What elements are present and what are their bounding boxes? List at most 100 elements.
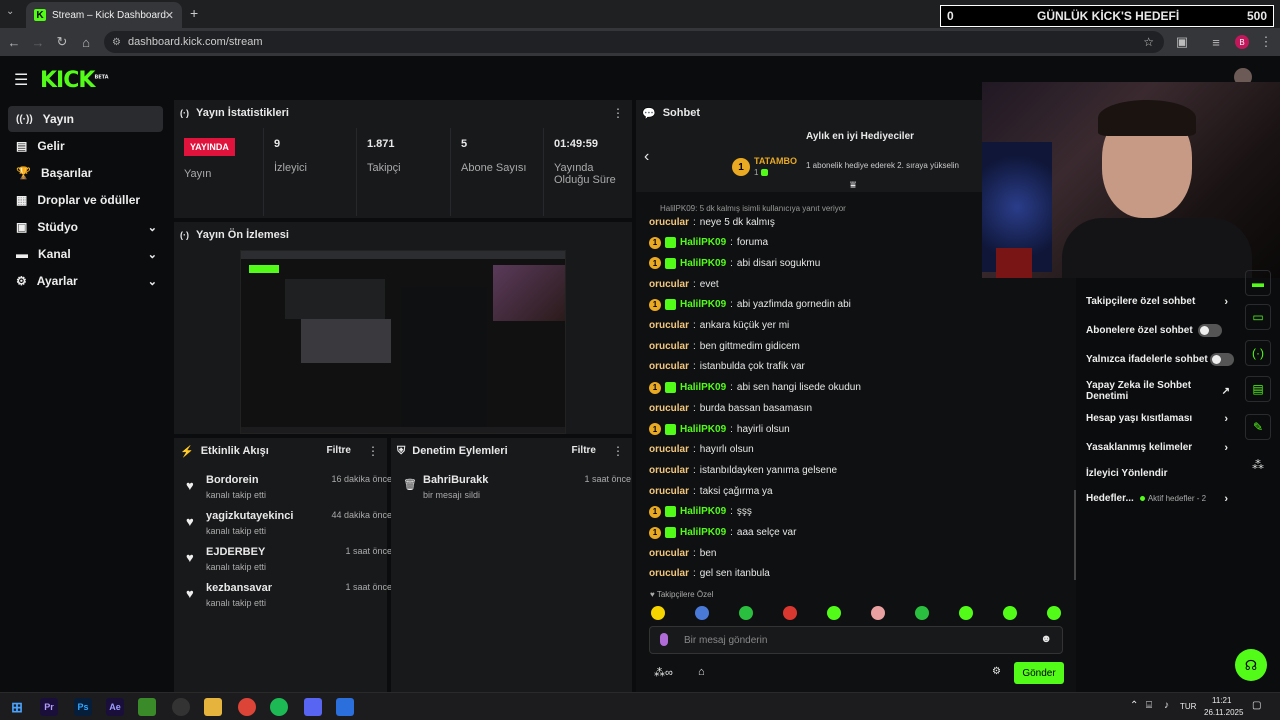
minecraft-icon[interactable] [138, 698, 156, 716]
kick-logo[interactable]: KICKBETA [40, 68, 109, 93]
ai-moderation-setting[interactable]: Yapay Zeka ile Sohbet Denetimi ↗ [1086, 380, 1230, 402]
filter-button[interactable]: Filtre [572, 445, 596, 456]
chat-username[interactable]: HalilPK09 [680, 424, 726, 435]
bookmark-star-icon[interactable]: ☆ [1143, 35, 1154, 49]
store-icon[interactable]: ⌂ [698, 666, 705, 678]
site-info-icon[interactable]: ⚙ [112, 37, 121, 48]
emote-icon[interactable] [1003, 606, 1017, 620]
obs-icon[interactable] [172, 698, 190, 716]
emoji-picker-icon[interactable]: ☻ [1040, 633, 1052, 645]
collapse-icon[interactable]: ⩸ [850, 180, 856, 191]
followers-only-setting[interactable]: Takipçilere özel sohbet › [1086, 296, 1230, 308]
discord-icon[interactable] [304, 698, 322, 716]
wrench-icon[interactable]: ✎ [1245, 414, 1271, 440]
reload-icon[interactable]: ↻ [52, 32, 72, 52]
home-icon[interactable]: ⌂ [76, 32, 96, 52]
emote-icon[interactable] [915, 606, 929, 620]
account-age-setting[interactable]: Hesap yaşı kısıtlaması › [1086, 413, 1230, 425]
emote-icon[interactable] [871, 606, 885, 620]
sidebar-item-yayin[interactable]: ((·)) Yayın [8, 106, 163, 132]
sidebar-item-studyo[interactable]: ▣ Stüdyo ⌄ [8, 214, 163, 240]
emotes-only-toggle[interactable] [1210, 353, 1234, 366]
reading-list-icon[interactable]: ≡ [1206, 32, 1226, 52]
sidebar-item-gelir[interactable]: ▤ Gelir [8, 133, 163, 159]
support-chat-icon[interactable]: ☊ [1235, 649, 1267, 681]
chat-username[interactable]: HalilPK09 [680, 237, 726, 248]
spotify-icon[interactable] [270, 698, 288, 716]
sidebar-item-ayarlar[interactable]: ⚙ Ayarlar ⌄ [8, 268, 163, 294]
more-options-icon[interactable]: ⋮ [612, 106, 624, 120]
chat-username[interactable]: orucular [649, 548, 689, 559]
microphone-icon[interactable] [660, 633, 668, 646]
chat-bubble-icon[interactable]: ▭ [1245, 304, 1271, 330]
subs-only-setting[interactable]: Abonelere özel sohbet [1086, 324, 1230, 337]
stream-preview-video[interactable] [240, 250, 566, 434]
chat-username[interactable]: orucular [649, 361, 689, 372]
forward-icon[interactable]: → [28, 32, 48, 52]
redirect-setting[interactable]: İzleyici Yönlendir [1086, 468, 1230, 479]
emote-icon[interactable] [651, 606, 665, 620]
browser-menu-icon[interactable]: ⋮ [1256, 32, 1276, 52]
chat-username[interactable]: orucular [649, 486, 689, 497]
back-chevron-icon[interactable]: ‹ [644, 148, 649, 166]
sidebar-item-droplar[interactable]: ▦ Droplar ve ödüller [8, 187, 163, 213]
emote-icon[interactable] [959, 606, 973, 620]
chat-username[interactable]: orucular [649, 568, 689, 579]
chat-username[interactable]: orucular [649, 279, 689, 290]
scrollbar[interactable] [1074, 490, 1076, 580]
hamburger-menu-icon[interactable]: ☰ [14, 70, 28, 90]
chat-username[interactable]: orucular [649, 465, 689, 476]
broadcast-icon[interactable]: (·) [1245, 340, 1271, 366]
volume-icon[interactable]: ♪ [1164, 700, 1169, 711]
wifi-icon[interactable]: ⌸ [1146, 700, 1152, 711]
chrome-icon[interactable] [238, 698, 256, 716]
photoshop-icon[interactable]: Ps [74, 698, 92, 716]
emotes-only-setting[interactable]: Yalnızca ifadelerle sohbet [1086, 353, 1234, 366]
address-bar[interactable]: ⚙ dashboard.kick.com/stream ☆ [104, 31, 1164, 53]
emote-icon[interactable] [739, 606, 753, 620]
chat-username[interactable]: HalilPK09 [680, 258, 726, 269]
premiere-icon[interactable]: Pr [40, 698, 58, 716]
banned-words-setting[interactable]: Yasaklanmış kelimeler › [1086, 442, 1230, 454]
sidebar-item-kanal[interactable]: ▬ Kanal ⌄ [8, 241, 163, 267]
back-icon[interactable]: ← [4, 32, 24, 52]
chat-username[interactable]: HalilPK09 [680, 527, 726, 538]
network-app-icon[interactable] [336, 698, 354, 716]
windows-start-icon[interactable]: ⊞ [8, 698, 26, 716]
filter-button[interactable]: Filtre [327, 445, 351, 456]
queue-icon[interactable]: ▤ [1245, 376, 1271, 402]
sidebar-item-basarilar[interactable]: 🏆 Başarılar [8, 160, 163, 186]
emote-icon[interactable] [1047, 606, 1061, 620]
tray-chevron-icon[interactable]: ⌃ [1130, 700, 1138, 711]
profile-avatar[interactable]: B [1232, 32, 1252, 52]
more-options-icon[interactable]: ⋮ [612, 444, 624, 458]
tab-list-icon[interactable]: ⌄ [6, 6, 14, 17]
browser-tab[interactable]: K Stream – Kick Dashboard ✕ [26, 2, 182, 28]
extensions-icon[interactable]: ▣ [1172, 32, 1192, 52]
people-icon[interactable]: ⁂ [1245, 452, 1271, 478]
more-options-icon[interactable]: ⋮ [367, 444, 379, 458]
chat-username[interactable]: HalilPK09 [680, 382, 726, 393]
emote-icon[interactable] [695, 606, 709, 620]
chat-username[interactable]: HalilPK09 [680, 506, 726, 517]
chat-username[interactable]: orucular [649, 444, 689, 455]
chat-settings-icon[interactable]: ⚙ [992, 666, 1001, 677]
after-effects-icon[interactable]: Ae [106, 698, 124, 716]
emote-icon[interactable] [827, 606, 841, 620]
subs-only-toggle[interactable] [1198, 324, 1222, 337]
message-input[interactable]: Bir mesaj gönderin ☻ [649, 626, 1063, 654]
chat-username[interactable]: orucular [649, 320, 689, 331]
chat-username[interactable]: orucular [649, 341, 689, 352]
language-indicator[interactable]: TUR [1180, 702, 1196, 711]
chat-username[interactable]: orucular [649, 217, 689, 228]
notifications-icon[interactable]: ▢ [1252, 700, 1261, 711]
emote-icon[interactable] [783, 606, 797, 620]
pin-icon[interactable]: ▬ [1245, 270, 1271, 296]
close-tab-icon[interactable]: ✕ [165, 9, 174, 22]
send-button[interactable]: Gönder [1014, 662, 1064, 684]
goals-setting[interactable]: Hedefler... Aktif hedefler - 2 › [1086, 493, 1230, 505]
chat-username[interactable]: HalilPK09 [680, 299, 726, 310]
chat-username[interactable]: orucular [649, 403, 689, 414]
file-explorer-icon[interactable] [204, 698, 222, 716]
new-tab-icon[interactable]: + [190, 5, 198, 21]
